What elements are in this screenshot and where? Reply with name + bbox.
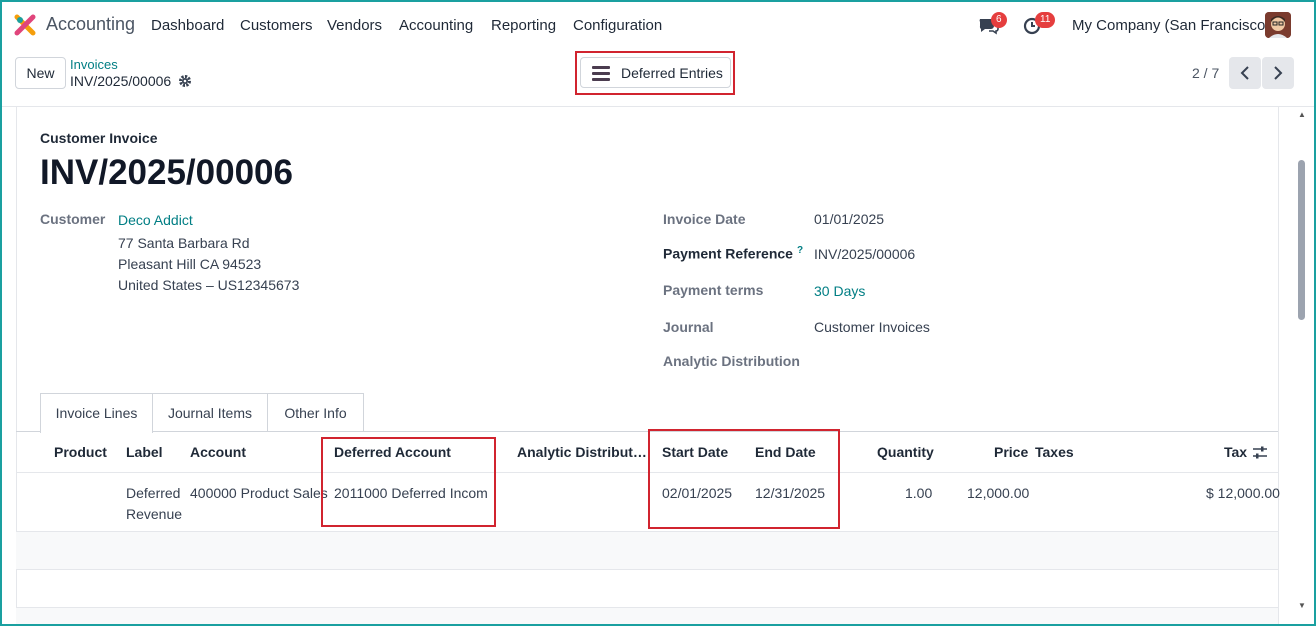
app-name[interactable]: Accounting [46,14,135,35]
invoice-date-label: Invoice Date [663,211,746,227]
column-header-end-date[interactable]: End Date [755,444,816,460]
column-header-quantity[interactable]: Quantity [877,444,934,460]
cell-label[interactable]: Deferred [126,485,180,501]
scrollbar-thumb[interactable] [1298,160,1305,320]
column-header-start-date[interactable]: Start Date [662,444,728,460]
scroll-down-icon[interactable]: ▼ [1298,601,1306,610]
cell-label[interactable]: Revenue [126,506,182,522]
cell-deferred-account[interactable]: 2011000 Deferred Incom [334,485,488,501]
deferred-entries-label: Deferred Entries [621,64,723,81]
company-switcher[interactable]: My Company (San Francisco) [1072,17,1270,34]
user-avatar[interactable] [1265,12,1291,38]
payment-reference-label: Payment Reference? [663,245,804,262]
sheet-border-right [1278,107,1279,626]
chevron-left-icon [1240,66,1249,80]
messages-badge: 6 [991,12,1007,28]
document-type: Customer Invoice [40,130,158,146]
menu-vendors[interactable]: Vendors [327,17,382,34]
empty-row [16,608,1278,626]
menu-accounting[interactable]: Accounting [399,17,473,34]
customer-address-line: 77 Santa Barbara Rd [118,235,250,251]
optional-columns-icon[interactable] [1252,445,1268,461]
column-header-label[interactable]: Label [126,444,163,460]
cell-end-date[interactable]: 12/31/2025 [755,485,825,501]
tab-other-info[interactable]: Other Info [267,393,364,432]
table-header-divider [16,472,1278,473]
column-header-product[interactable]: Product [54,444,107,460]
help-tooltip-icon[interactable]: ? [797,245,803,256]
menu-configuration[interactable]: Configuration [573,17,662,34]
column-header-taxes[interactable]: Taxes [1035,444,1074,460]
customer-link[interactable]: Deco Addict [118,212,193,228]
activities-badge: 11 [1035,12,1056,28]
new-button[interactable]: New [15,57,66,89]
customer-address-line: United States – US12345673 [118,277,300,293]
tab-underline [16,431,1278,432]
customer-address-line: Pleasant Hill CA 94523 [118,256,262,272]
invoice-title: INV/2025/00006 [40,153,293,192]
column-header-deferred-account[interactable]: Deferred Account [334,444,451,460]
tab-journal-items[interactable]: Journal Items [152,393,268,432]
chevron-right-icon [1274,66,1283,80]
pager-previous-button[interactable] [1229,57,1261,89]
column-header-price[interactable]: Price [994,444,1028,460]
analytic-distribution-label: Analytic Distribution [663,353,800,369]
menu-dashboard[interactable]: Dashboard [151,17,224,34]
top-navbar: Accounting Dashboard Customers Vendors A… [0,0,1316,50]
breadcrumb-current-record: INV/2025/00006 [70,73,172,89]
cell-tax[interactable]: $ 12,000.00 [1206,485,1280,501]
row-divider [16,569,1278,570]
column-header-tax[interactable]: Tax [1224,444,1247,460]
payment-terms-label: Payment terms [663,282,764,298]
payment-reference-field[interactable]: INV/2025/00006 [814,246,915,262]
pager-value[interactable]: 2 / 7 [1192,65,1219,81]
user-avatar-icon [1265,12,1291,38]
accounting-app-icon[interactable] [14,14,36,36]
scroll-up-icon[interactable]: ▲ [1298,110,1306,119]
journal-label: Journal [663,319,714,335]
empty-row [16,532,1278,569]
payment-terms-field[interactable]: 30 Days [814,283,865,299]
menu-reporting[interactable]: Reporting [491,17,556,34]
deferred-entries-button[interactable]: Deferred Entries [580,57,731,88]
hamburger-icon [592,66,610,81]
cell-price[interactable]: 12,000.00 [967,485,1029,501]
column-header-analytic-distribution[interactable]: Analytic Distribut… [517,444,647,460]
cell-start-date[interactable]: 02/01/2025 [662,485,732,501]
customer-label: Customer [40,211,106,227]
cell-account[interactable]: 400000 Product Sales [190,485,328,501]
control-panel-divider [2,106,1314,107]
gear-icon[interactable] [178,74,192,88]
journal-field[interactable]: Customer Invoices [814,319,930,335]
cell-quantity[interactable]: 1.00 [905,485,932,501]
tab-invoice-lines[interactable]: Invoice Lines [40,393,153,433]
breadcrumb-invoices[interactable]: Invoices [70,57,118,72]
invoice-date-field[interactable]: 01/01/2025 [814,211,884,227]
pager-next-button[interactable] [1262,57,1294,89]
column-header-account[interactable]: Account [190,444,246,460]
menu-customers[interactable]: Customers [240,17,313,34]
